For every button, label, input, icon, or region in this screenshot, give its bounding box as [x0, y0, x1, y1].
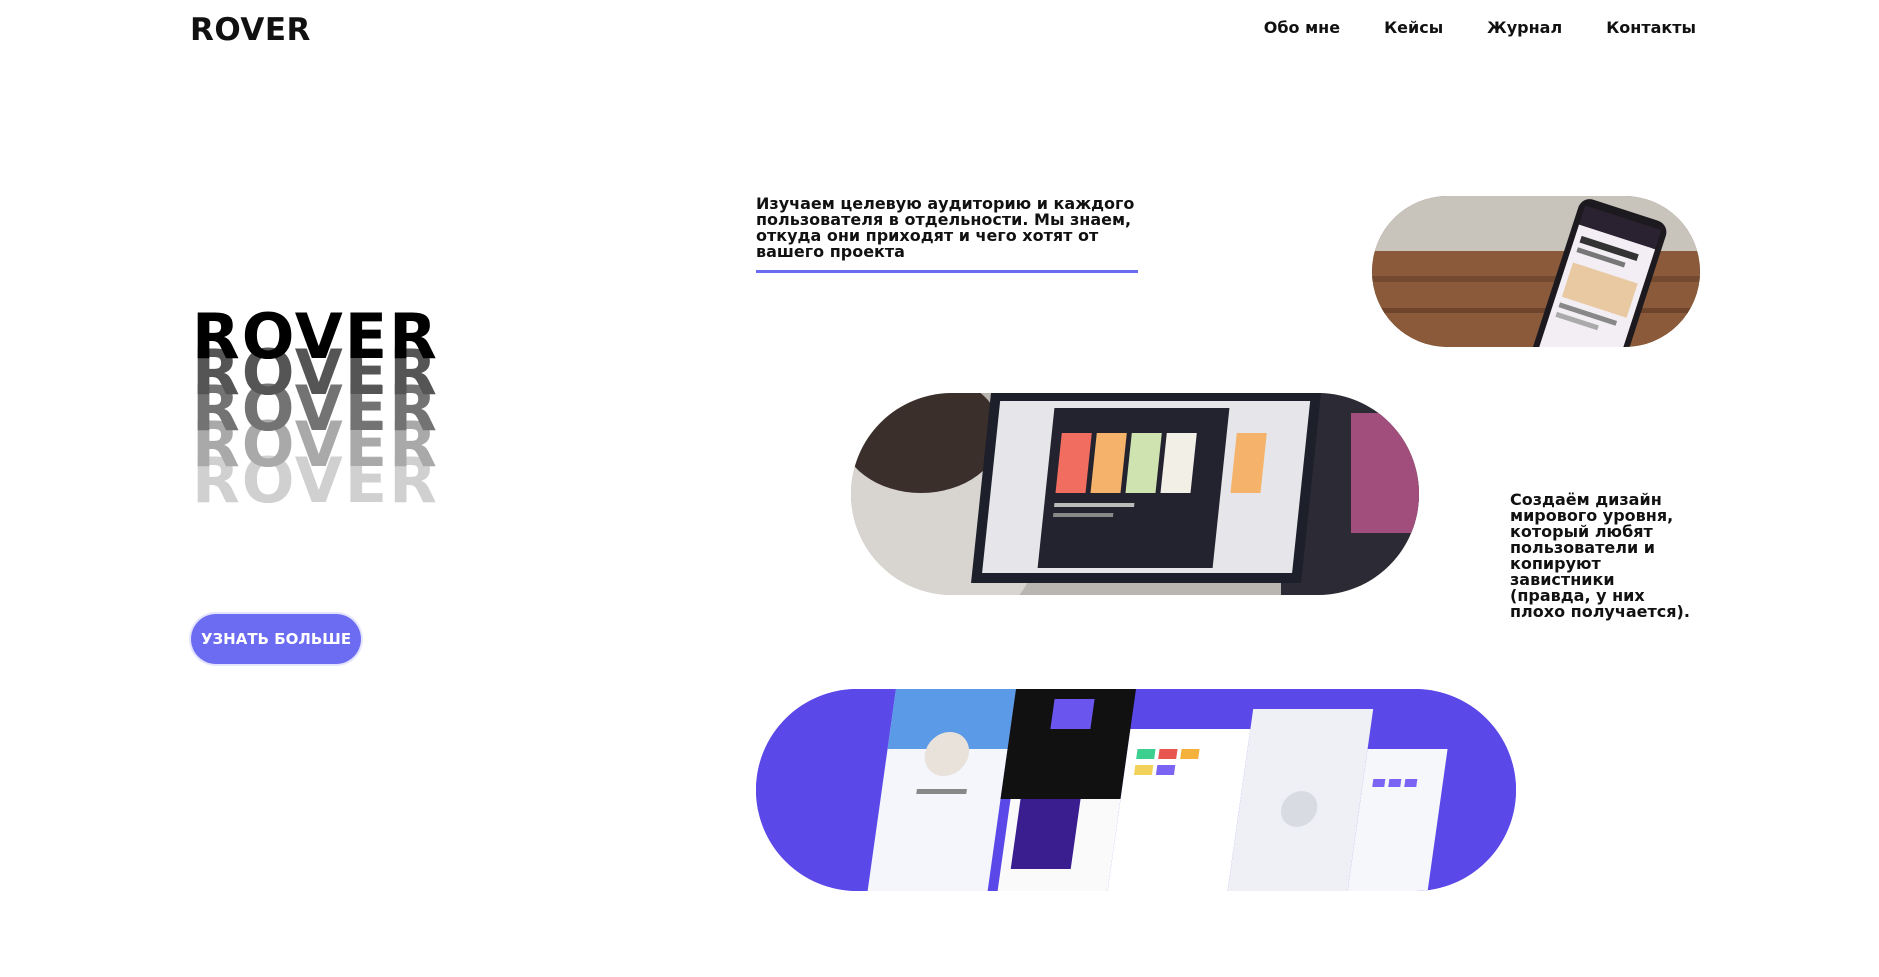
phone-photo	[1372, 196, 1700, 347]
nav-link-cases[interactable]: Кейсы	[1384, 18, 1443, 37]
hero-title: ROVER	[192, 300, 439, 373]
learn-more-button[interactable]: УЗНАТЬ БОЛЬШЕ	[191, 614, 361, 664]
hero-title-stack: ROVER ROVER ROVER ROVER ROVER	[192, 300, 512, 520]
ui-kit-collage	[756, 689, 1516, 891]
nav-link-contacts[interactable]: Контакты	[1606, 18, 1696, 37]
site-logo[interactable]: ROVER	[190, 12, 311, 48]
design-paragraph: Создаём дизайн мирового уровня, который …	[1510, 490, 1690, 621]
laptop-photo	[851, 393, 1419, 595]
audience-paragraph: Изучаем целевую аудиторию и каждого поль…	[756, 196, 1138, 273]
nav-link-about[interactable]: Обо мне	[1264, 18, 1340, 37]
nav-link-journal[interactable]: Журнал	[1487, 18, 1562, 37]
main-nav: Обо мне Кейсы Журнал Контакты	[1264, 18, 1696, 37]
